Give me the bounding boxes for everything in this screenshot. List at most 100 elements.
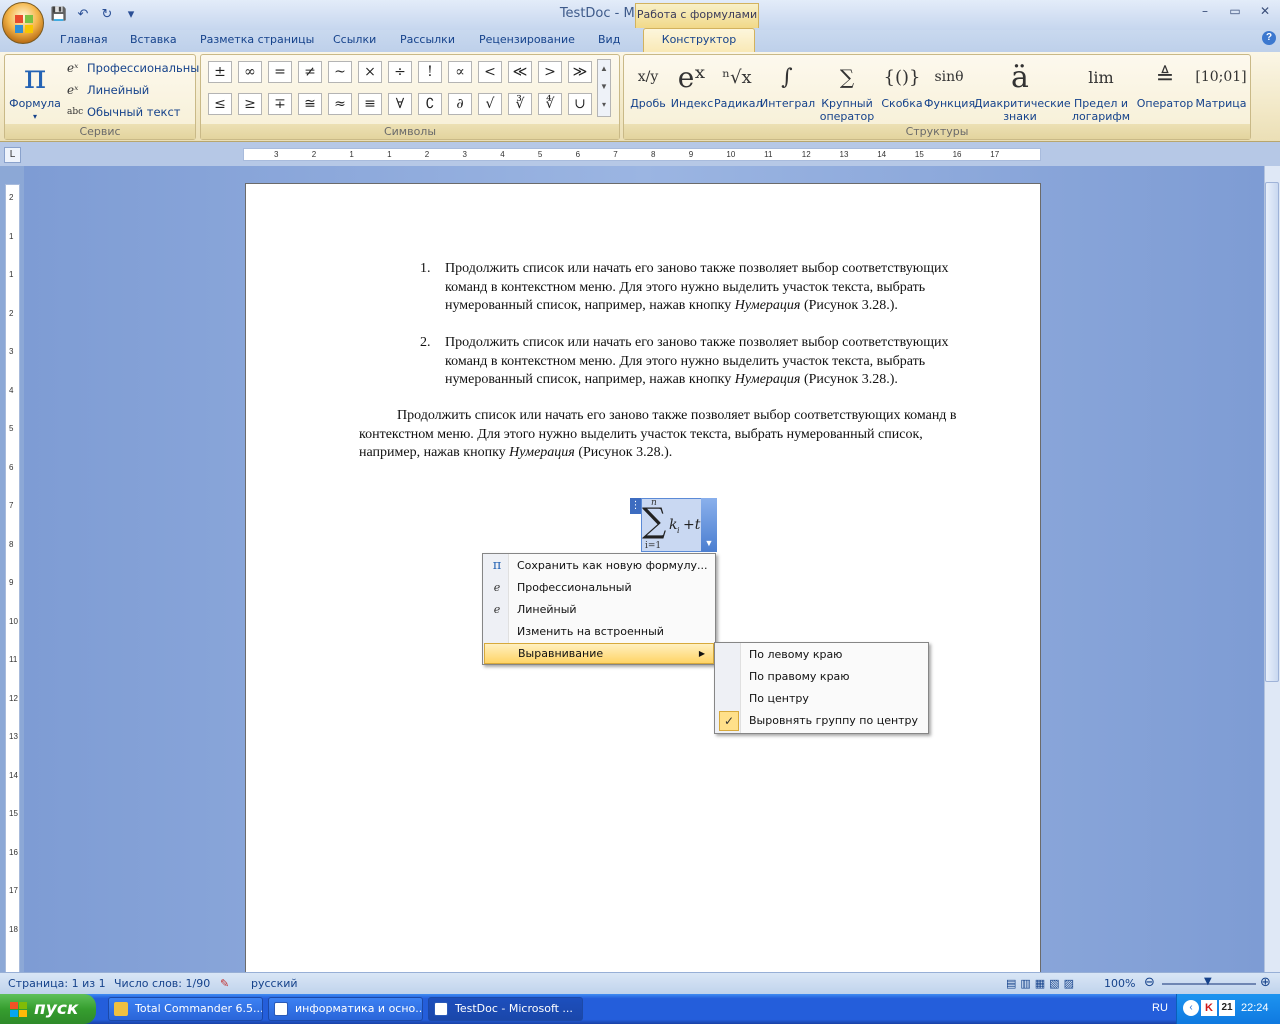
tab-view[interactable]: Вид [598, 33, 620, 46]
symbol-button[interactable]: ≪ [508, 61, 532, 83]
language-indicator[interactable]: русский [251, 977, 298, 990]
align-group-center[interactable]: ✓ Выровнять группу по центру [716, 710, 927, 732]
structure-9-button[interactable]: lim Предел и логарифм [1066, 57, 1136, 124]
symbols-scroll[interactable]: ▲ ▼ ▾ [597, 59, 611, 117]
group-label-service: Сервис [5, 124, 195, 139]
equation-options-dropdown-icon[interactable]: ▼ [701, 498, 717, 552]
structure-8-button[interactable]: ä Диакритические знаки [974, 57, 1071, 124]
abc-icon: abc [67, 107, 84, 117]
symbol-button[interactable]: ± [208, 61, 232, 83]
symbol-button[interactable]: ∓ [268, 93, 292, 115]
minimize-button[interactable]: – [1198, 4, 1212, 18]
symbol-button[interactable]: < [478, 61, 502, 83]
symbol-button[interactable]: ∪ [568, 93, 592, 115]
list-item-2[interactable]: Продолжить список или начать его заново … [445, 334, 977, 390]
symbol-button[interactable]: ! [418, 61, 442, 83]
symbol-button[interactable]: ≈ [328, 93, 352, 115]
group-structures: x/y Дробь eˣ Индекс ⁿ√x Радикал ∫ Интеграл ∑ Круп… [623, 54, 1251, 140]
symbol-button[interactable]: ~ [328, 61, 352, 83]
structure-icon: ∑ [839, 65, 855, 89]
scrollbar-thumb[interactable] [1265, 182, 1279, 682]
structure-3-button[interactable]: ⁿ√x Радикал [714, 57, 763, 111]
tab-mailings[interactable]: Рассылки [400, 33, 455, 46]
page-count[interactable]: Страница: 1 из 1 [8, 977, 106, 990]
linear-icon: eˣ [67, 83, 79, 97]
ruler-mark: 11 [764, 150, 773, 159]
symbol-button[interactable]: ≥ [238, 93, 262, 115]
symbol-button[interactable]: ∞ [238, 61, 262, 83]
menu-change-to-inline[interactable]: Изменить на встроенный [484, 621, 714, 643]
system-tray: ‹ K 21 22:24 [1176, 994, 1280, 1024]
structure-label: Функция [924, 97, 976, 110]
zoom-out-icon[interactable]: ⊖ [1144, 975, 1155, 990]
structure-1-button[interactable]: x/y Дробь [626, 57, 670, 110]
task-informatics[interactable]: информатика и осно... [268, 997, 423, 1021]
list-item-1[interactable]: Продолжить список или начать его заново … [445, 260, 977, 316]
maximize-button[interactable]: ▭ [1228, 4, 1242, 18]
paragraph[interactable]: Продолжить список или начать его заново … [359, 407, 979, 463]
symbol-button[interactable]: ∂ [448, 93, 472, 115]
tray-number-icon[interactable]: 21 [1219, 1000, 1235, 1016]
structure-5-button[interactable]: ∑ Крупный оператор [814, 57, 880, 123]
zoom-in-icon[interactable]: ⊕ [1260, 975, 1271, 990]
symbol-button[interactable]: √ [478, 93, 502, 115]
tray-arrow-icon[interactable]: ‹ [1183, 1000, 1199, 1016]
symbol-button[interactable]: ≫ [568, 61, 592, 83]
tab-references[interactable]: Ссылки [333, 33, 376, 46]
structure-4-button[interactable]: ∫ Интеграл [760, 57, 815, 111]
structure-11-button[interactable]: [10;01] Матрица [1194, 57, 1248, 110]
view-buttons-icon[interactable]: ▤▥▦▧▨ [1006, 977, 1078, 990]
menu-alignment[interactable]: Выравнивание ▶ [484, 643, 714, 664]
symbol-button[interactable]: × [358, 61, 382, 83]
professional-button[interactable]: eˣ Профессиональный [67, 59, 207, 77]
tab-insert[interactable]: Вставка [130, 33, 177, 46]
align-right[interactable]: По правому краю [716, 666, 927, 688]
menu-save-as-new-formula[interactable]: π Сохранить как новую формулу... [484, 555, 714, 577]
structure-10-button[interactable]: ≜ Оператор [1136, 57, 1194, 111]
symbol-button[interactable]: ≡ [358, 93, 382, 115]
tab-stop-selector[interactable]: L [4, 147, 21, 163]
symbol-button[interactable]: ∛ [508, 93, 532, 115]
structure-2-button[interactable]: eˣ Индекс [670, 57, 714, 111]
group-service: π Формула ▾ eˣ Профессиональный eˣ Линей… [4, 54, 207, 140]
symbol-button[interactable]: ∁ [418, 93, 442, 115]
input-language[interactable]: RU [1152, 1002, 1168, 1014]
equation-handle-icon[interactable]: ⋮ [630, 498, 641, 514]
task-total-commander[interactable]: Total Commander 6.5... [108, 997, 263, 1021]
symbol-button[interactable]: ∜ [538, 93, 562, 115]
linear-button[interactable]: eˣ Линейный [67, 81, 149, 99]
ruler-mark: 2 [424, 150, 430, 159]
help-icon[interactable]: ? [1262, 31, 1276, 45]
symbol-button[interactable]: ≤ [208, 93, 232, 115]
structure-7-button[interactable]: sinθ Функция [924, 57, 976, 110]
vertical-ruler[interactable]: 2 1 1 2 3 4 5 6 7 8 9 10 11 12 13 14 15 16 17 18 [5, 184, 20, 974]
symbol-button[interactable]: ÷ [388, 61, 412, 83]
tab-design[interactable]: Конструктор [643, 28, 755, 52]
symbol-button[interactable]: > [538, 61, 562, 83]
close-button[interactable]: ✕ [1258, 4, 1272, 18]
structure-6-button[interactable]: {()} Скобка [880, 57, 924, 111]
antivirus-icon[interactable]: K [1201, 1000, 1217, 1016]
structure-label: Матрица [1195, 97, 1247, 110]
symbol-button[interactable]: ≠ [298, 61, 322, 83]
tab-page-layout[interactable]: Разметка страницы [200, 33, 314, 46]
align-center[interactable]: По центру [716, 688, 927, 710]
tab-review[interactable]: Рецензирование [479, 33, 575, 46]
formula-button[interactable]: π Формула ▾ [7, 57, 63, 123]
word-count[interactable]: Число слов: 1/90 [114, 977, 210, 990]
symbol-button[interactable]: ∝ [448, 61, 472, 83]
task-testdoc[interactable]: TestDoc - Microsoft ... [428, 997, 583, 1021]
spelling-icon[interactable]: ✎ [220, 977, 229, 990]
symbol-button[interactable]: ∀ [388, 93, 412, 115]
align-left[interactable]: По левому краю [716, 644, 927, 666]
zoom-level[interactable]: 100% [1104, 977, 1135, 990]
symbol-button[interactable]: ≅ [298, 93, 322, 115]
zoom-thumb-icon[interactable]: ▼ [1204, 976, 1212, 987]
menu-linear[interactable]: e Линейный [484, 599, 714, 621]
horizontal-ruler[interactable]: 3 2 1 1 2 3 4 5 6 7 8 9 10 11 12 13 14 15 16 17 [243, 148, 1041, 161]
symbol-button[interactable]: = [268, 61, 292, 83]
normal-text-button[interactable]: abc Обычный текст [67, 103, 181, 121]
tab-home[interactable]: Главная [60, 33, 108, 46]
menu-professional[interactable]: e Профессиональный [484, 577, 714, 599]
office-button[interactable] [2, 2, 44, 44]
